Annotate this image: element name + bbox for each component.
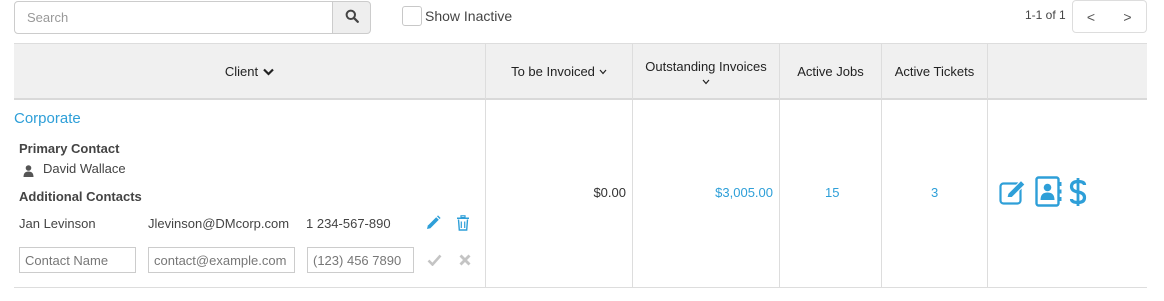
outstanding-header-label: Outstanding Invoices xyxy=(645,58,767,74)
dollar-icon[interactable] xyxy=(1068,177,1088,207)
contact-name: Jan Levinson xyxy=(19,216,96,231)
outstanding-invoices-link[interactable]: $3,005.00 xyxy=(715,185,773,200)
table-header: Client To be Invoiced Outstanding Invoic… xyxy=(14,43,1147,100)
edit-icon[interactable] xyxy=(999,179,1028,205)
primary-contact-name: David Wallace xyxy=(43,161,126,176)
search-input[interactable] xyxy=(14,1,333,34)
chevron-down-icon xyxy=(263,68,274,76)
column-header-active-tickets[interactable]: Active Tickets xyxy=(882,44,988,99)
show-inactive-checkbox[interactable] xyxy=(402,6,422,26)
active-jobs-header-label: Active Jobs xyxy=(797,64,864,79)
to-be-invoiced-cell: $0.00 xyxy=(486,100,633,288)
active-tickets-cell: 3 xyxy=(882,100,988,288)
contact-phone: 1 234-567-890 xyxy=(306,216,391,231)
clients-table: Client To be Invoiced Outstanding Invoic… xyxy=(14,43,1147,288)
new-contact-name-field[interactable] xyxy=(19,247,136,273)
chevron-down-icon xyxy=(599,69,607,75)
to-be-invoiced-header-label: To be Invoiced xyxy=(511,64,595,79)
trash-icon[interactable] xyxy=(454,214,472,232)
chevron-down-icon xyxy=(702,79,710,85)
next-page-button[interactable]: > xyxy=(1109,0,1147,33)
primary-contact-label: Primary Contact xyxy=(19,141,120,156)
column-header-actions xyxy=(988,44,1147,99)
column-header-outstanding-invoices[interactable]: Outstanding Invoices xyxy=(633,44,780,99)
column-header-active-jobs[interactable]: Active Jobs xyxy=(780,44,882,99)
active-jobs-cell: 15 xyxy=(780,100,882,288)
pagination-info: 1-1 of 1 xyxy=(1025,8,1066,22)
client-cell: Corporate Primary Contact David Wallace … xyxy=(14,100,486,288)
new-contact-email-field[interactable] xyxy=(148,247,295,273)
column-header-to-be-invoiced[interactable]: To be Invoiced xyxy=(486,44,633,99)
column-header-client[interactable]: Client xyxy=(14,44,486,99)
active-jobs-link[interactable]: 15 xyxy=(825,185,839,200)
actions-cell xyxy=(988,100,1147,288)
user-icon xyxy=(23,164,34,180)
client-header-label: Client xyxy=(224,64,259,79)
to-be-invoiced-value: $0.00 xyxy=(593,185,626,200)
address-book-icon[interactable] xyxy=(1035,176,1062,207)
search-icon xyxy=(345,9,359,26)
new-contact-phone-field[interactable] xyxy=(307,247,414,273)
check-icon[interactable] xyxy=(426,252,442,268)
show-inactive-label: Show Inactive xyxy=(425,8,513,24)
toolbar: Show Inactive 1-1 of 1 < > xyxy=(0,0,1164,36)
close-icon[interactable] xyxy=(457,252,473,268)
active-tickets-link[interactable]: 3 xyxy=(931,185,938,200)
client-name-link[interactable]: Corporate xyxy=(14,110,81,127)
outstanding-invoices-cell: $3,005.00 xyxy=(633,100,780,288)
search-button[interactable] xyxy=(332,1,371,34)
contact-email: Jlevinson@DMcorp.com xyxy=(148,216,290,231)
table-row: Corporate Primary Contact David Wallace … xyxy=(14,100,1147,288)
active-tickets-header-label: Active Tickets xyxy=(894,64,975,79)
pencil-icon[interactable] xyxy=(424,214,442,232)
additional-contacts-label: Additional Contacts xyxy=(19,189,142,204)
previous-page-button[interactable]: < xyxy=(1072,0,1110,33)
search-group xyxy=(14,1,371,34)
